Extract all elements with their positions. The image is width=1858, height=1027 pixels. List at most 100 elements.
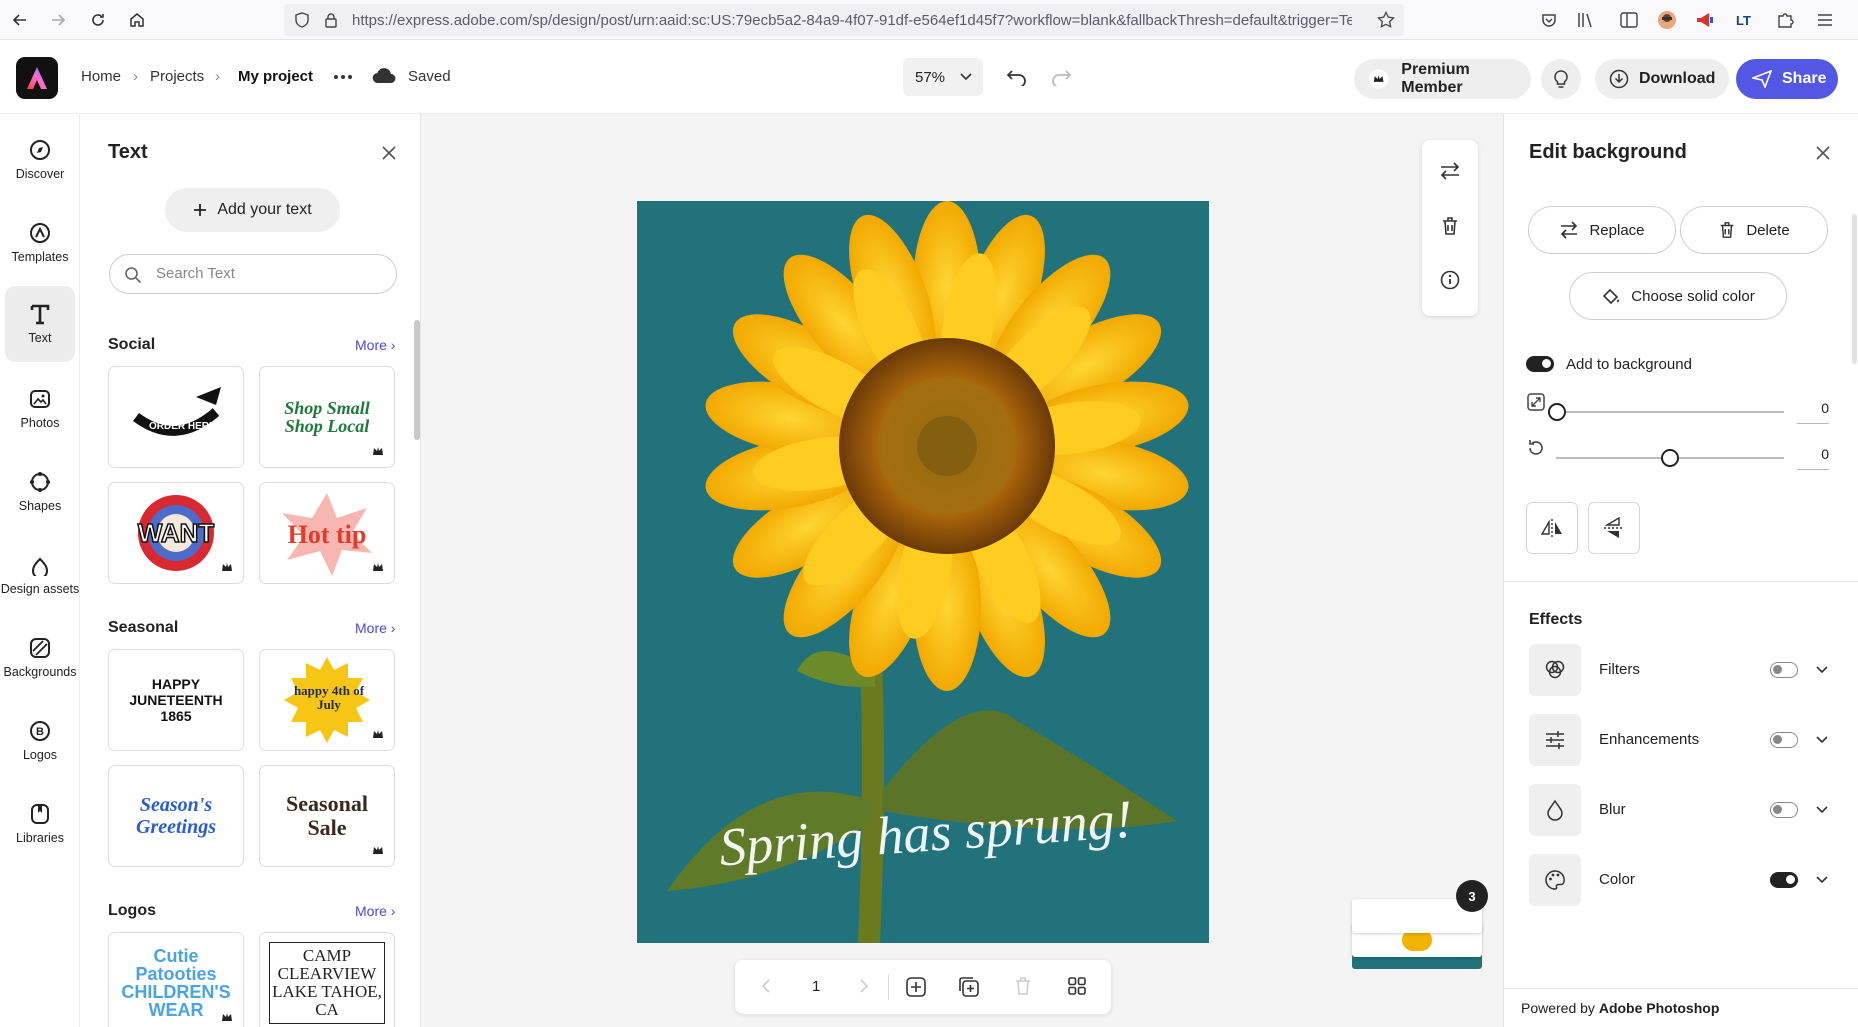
text-template-card[interactable]: happy 4th of July [259,649,395,751]
rail-item-templates[interactable]: Templates [5,205,75,281]
text-template-card[interactable]: ORDER HERE [108,366,244,468]
breadcrumb-projects[interactable]: Projects [150,68,204,85]
sidebar-icon[interactable] [1618,9,1640,31]
lock-icon[interactable] [324,12,338,28]
share-label: Share [1782,70,1827,87]
zoom-select[interactable]: 57% [903,58,983,96]
rail-item-discover[interactable]: Discover [5,122,75,198]
lightbulb-button[interactable] [1541,59,1581,99]
rail-item-photos[interactable]: Photos [5,371,75,447]
rail-item-logos[interactable]: B Logos [5,703,75,779]
rotate-slider[interactable] [1556,449,1784,467]
trash-icon[interactable] [1440,216,1460,236]
rotate-slider-handle[interactable] [1661,449,1679,467]
close-panel-icon[interactable] [381,145,397,161]
text-template-card[interactable]: HAPPY JUNETEENTH 1865 [108,649,244,751]
scale-slider-handle[interactable] [1548,403,1566,421]
blur-toggle[interactable] [1770,802,1798,818]
library-icon[interactable] [1575,9,1597,31]
pocket-icon[interactable] [1538,9,1560,31]
text-icon [30,304,50,325]
text-template-card[interactable]: Seasonal Sale [259,765,395,867]
design-artboard[interactable]: Spring has sprung! [637,201,1209,943]
close-panel-icon[interactable] [1815,145,1831,161]
filters-toggle[interactable] [1770,662,1798,678]
choose-solid-color-button[interactable]: Choose solid color [1569,272,1787,320]
shield-icon[interactable] [294,12,310,28]
undo-icon[interactable] [1006,68,1028,86]
scale-value-field[interactable]: 0 [1797,400,1829,424]
address-bar[interactable]: https://express.adobe.com/sp/design/post… [284,4,1404,36]
rail-item-libraries[interactable]: Libraries [5,786,75,862]
swap-icon[interactable] [1439,162,1461,180]
add-to-background-toggle[interactable] [1526,356,1554,372]
duplicate-page-icon[interactable] [958,976,980,998]
color-toggle[interactable] [1770,872,1798,888]
rail-item-text[interactable]: Text [5,286,75,362]
url-text[interactable]: https://express.adobe.com/sp/design/post… [352,12,1352,29]
svg-text:LT: LT [1736,13,1751,28]
send-icon [1752,70,1772,88]
card-text: Season's Greetings [136,794,216,838]
flip-horizontal-button[interactable] [1526,502,1578,554]
extensions-puzzle-icon[interactable] [1774,9,1796,31]
chevron-down-icon[interactable] [1816,736,1828,744]
panel-scrollbar[interactable] [414,320,420,440]
download-button[interactable]: Download [1595,59,1729,99]
enhancements-toggle[interactable] [1770,732,1798,748]
text-template-card[interactable]: Shop Small Shop Local [259,366,395,468]
more-link-seasonal[interactable]: More › [355,620,395,636]
rotate-value-field[interactable]: 0 [1797,446,1829,470]
more-link-social[interactable]: More › [355,337,395,353]
back-icon[interactable] [8,8,32,32]
menu-hamburger-icon[interactable] [1814,9,1836,31]
text-template-card[interactable]: Season's Greetings [108,765,244,867]
delete-label: Delete [1746,221,1790,239]
chevron-down-icon[interactable] [1816,876,1828,884]
more-options-icon[interactable] [333,74,353,80]
home-icon[interactable] [125,8,149,32]
rail-item-backgrounds[interactable]: Backgrounds [4,620,76,696]
chevron-down-icon[interactable] [1816,666,1828,674]
extension-lt-icon[interactable]: LT [1734,9,1756,31]
bookmark-star-icon[interactable] [1377,11,1395,29]
delete-button[interactable]: Delete [1680,206,1828,254]
text-template-card[interactable]: Cutie Patooties CHILDREN'S WEAR [108,932,244,1027]
breadcrumb-current-project[interactable]: My project [238,68,313,85]
add-page-icon[interactable] [905,976,927,998]
profile-avatar-icon[interactable] [1656,9,1678,31]
chevron-down-icon[interactable] [1816,806,1828,814]
info-icon[interactable] [1440,270,1460,290]
delete-page-icon[interactable] [1013,976,1033,996]
canvas-side-toolbar [1422,140,1478,316]
effects-title: Effects [1529,611,1583,628]
prev-page-icon[interactable] [761,978,771,994]
replace-button[interactable]: Replace [1528,206,1676,254]
breadcrumb-home[interactable]: Home [81,68,121,85]
adobe-express-logo[interactable] [16,57,58,99]
search-text-input[interactable]: Search Text [109,254,397,294]
download-icon [1609,69,1629,89]
forward-icon[interactable] [46,8,70,32]
redo-icon[interactable] [1050,68,1072,86]
flip-vertical-button[interactable] [1588,502,1640,554]
sunflower-photo[interactable]: Spring has sprung! [637,201,1209,943]
rail-item-shapes[interactable]: Shapes [5,454,75,530]
scale-slider[interactable] [1548,403,1784,421]
grid-view-icon[interactable] [1067,976,1087,996]
divider [888,974,889,1000]
add-your-text-button[interactable]: Add your text [165,188,340,232]
reload-icon[interactable] [86,8,110,32]
more-label: More [355,620,387,636]
share-button[interactable]: Share [1736,59,1838,99]
rail-item-design-assets[interactable]: Design assets [1,537,79,613]
text-template-card[interactable]: CAMP CLEARVIEW LAKE TAHOE, CA [259,932,395,1027]
next-page-icon[interactable] [859,978,869,994]
more-link-logos[interactable]: More › [355,903,395,919]
panel-scrollbar[interactable] [1852,214,1857,364]
text-template-card[interactable]: WANT [108,482,244,584]
megaphone-icon[interactable] [1694,9,1716,31]
premium-member-button[interactable]: Premium Member [1354,59,1531,99]
text-template-card[interactable]: Hot tip [259,482,395,584]
breadcrumb-separator-icon: › [133,68,138,85]
